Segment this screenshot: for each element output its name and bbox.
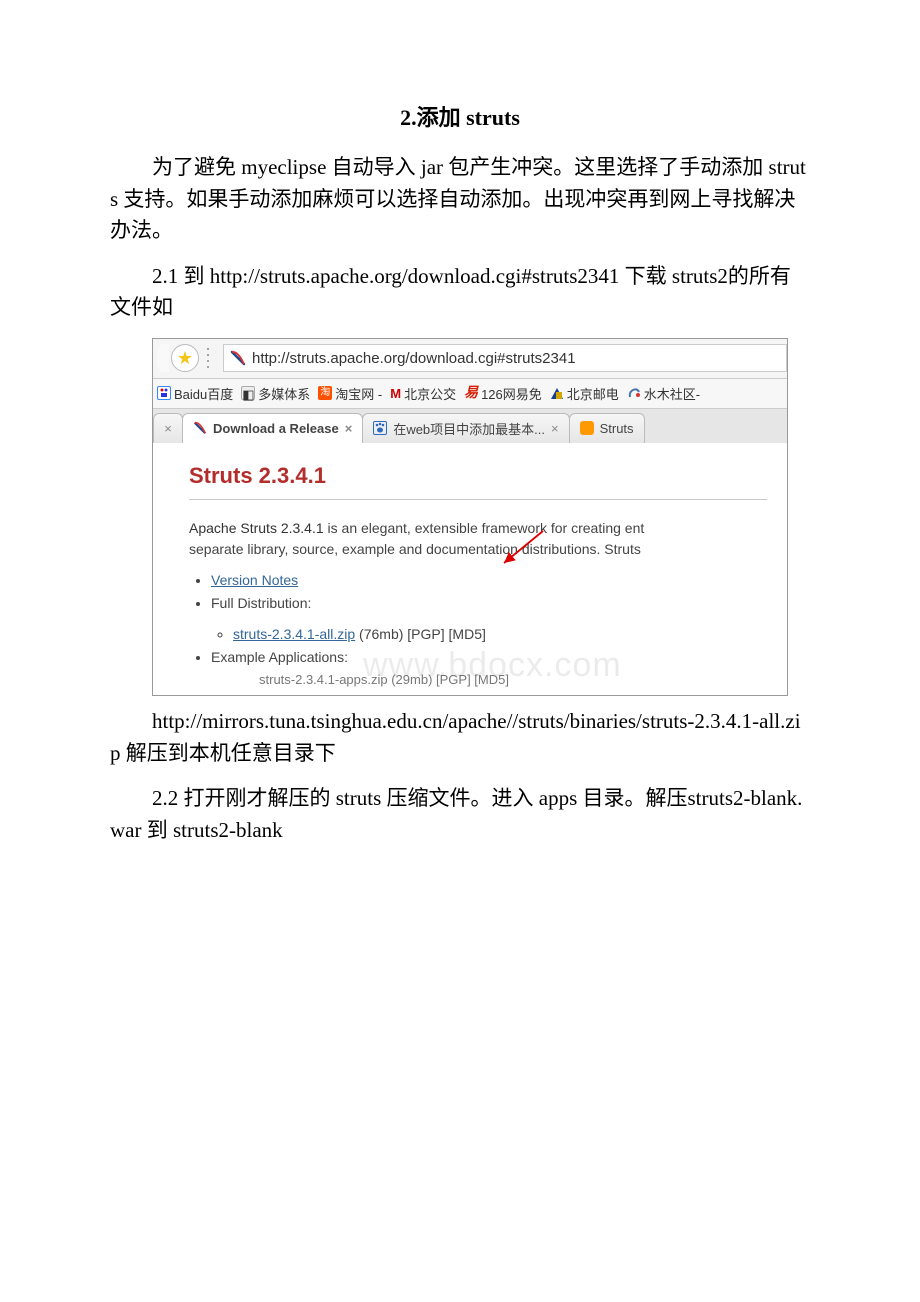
link-struts-zip[interactable]: struts-2.3.4.1-all.zip [233, 626, 355, 642]
struts-favicon [580, 421, 594, 435]
link-version-notes[interactable]: Version Notes [211, 572, 298, 588]
bookmark-bupt[interactable]: 北京邮电 [550, 384, 619, 403]
struts-desc-bold: Apache Struts 2.3.4.1 [189, 520, 324, 536]
close-icon[interactable]: × [551, 421, 559, 436]
paragraph-3: http://mirrors.tuna.tsinghua.edu.cn/apac… [110, 706, 810, 769]
cutoff-line: struts-2.3.4.1-apps.zip (29mb) [PGP] [MD… [259, 670, 767, 690]
drag-handle-icon [207, 346, 217, 370]
bookmarks-bar: Baidu百度 ◧多媒体系 淘淘宝网 - M 北京公交 易126网易免 北京邮电… [153, 379, 787, 409]
tabs-row: × Download a Release × 在web项目中添加最基本... ×… [153, 409, 787, 443]
section-heading: 2.添加 struts [110, 100, 810, 132]
site-icon [230, 350, 246, 366]
favorites-star-icon[interactable]: ★ [171, 344, 199, 372]
li-zip: struts-2.3.4.1-all.zip (76mb) [PGP] [MD5… [233, 624, 767, 645]
paragraph-4: 2.2 打开刚才解压的 struts 压缩文件。进入 apps 目录。解压str… [110, 783, 810, 846]
url-input[interactable]: http://struts.apache.org/download.cgi#st… [223, 344, 787, 372]
struts-desc-2: separate library, source, example and do… [189, 541, 641, 557]
bookmark-multimedia[interactable]: ◧多媒体系 [241, 384, 310, 403]
paw-icon [373, 421, 387, 435]
struts-title: Struts 2.3.4.1 [189, 463, 767, 500]
page-content: Struts 2.3.4.1 Apache Struts 2.3.4.1 is … [153, 443, 787, 696]
nav-back-icon[interactable] [157, 344, 169, 372]
tab-3[interactable]: Struts [569, 413, 645, 443]
bookmark-bjbus[interactable]: M 北京公交 [390, 384, 456, 403]
paragraph-2: 2.1 到 http://struts.apache.org/download.… [110, 261, 810, 324]
close-icon[interactable]: × [345, 421, 353, 436]
url-bar-row: ★ http://struts.apache.org/download.cgi#… [153, 339, 787, 379]
url-text: http://struts.apache.org/download.cgi#st… [252, 350, 576, 367]
li-full-dist: Full Distribution: struts-2.3.4.1-all.zi… [211, 593, 767, 645]
li-example-apps: Example Applications: [211, 647, 767, 668]
tab-active[interactable]: Download a Release × [182, 413, 363, 443]
tab-2[interactable]: 在web项目中添加最基本... × [362, 413, 569, 443]
bookmark-taobao[interactable]: 淘淘宝网 - [318, 384, 382, 403]
struts-tab-icon [193, 421, 207, 435]
li-version-notes: Version Notes [211, 570, 767, 591]
tab-prev-close[interactable]: × [153, 413, 183, 443]
paragraph-1: 为了避免 myeclipse 自动导入 jar 包产生冲突。这里选择了手动添加 … [110, 152, 810, 247]
bookmark-baidu[interactable]: Baidu百度 [157, 384, 233, 403]
struts-desc-1: is an elegant, extensible framework for … [324, 520, 645, 536]
bookmark-newsmth[interactable]: 水木社区- [627, 384, 700, 403]
bookmark-126[interactable]: 易126网易免 [464, 384, 542, 403]
browser-screenshot: ★ http://struts.apache.org/download.cgi#… [152, 338, 788, 697]
